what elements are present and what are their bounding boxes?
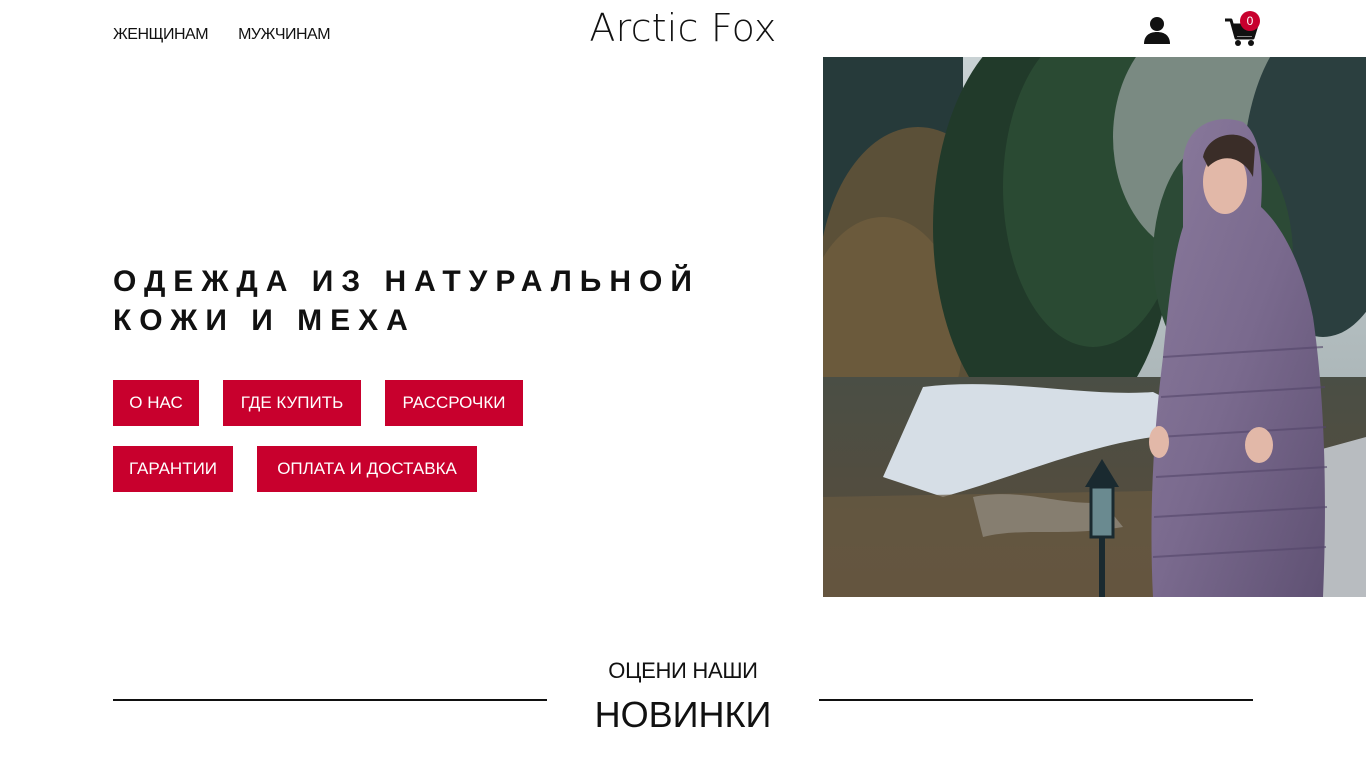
hero-title-line-2: КОЖИ И МЕХА [113, 304, 416, 337]
site-header: ЖЕНЩИНАМ МУЖЧИНАМ Arctic Fox 0 [0, 0, 1366, 57]
cart-count-badge: 0 [1240, 11, 1260, 31]
payment-delivery-button[interactable]: ОПЛАТА И ДОСТАВКА [257, 446, 477, 492]
guarantee-button[interactable]: ГАРАНТИИ [113, 446, 233, 492]
hero-title: ОДЕЖДА ИЗ НАТУРАЛЬНОЙ КОЖИ И МЕХА [113, 262, 753, 340]
where-to-buy-button[interactable]: ГДЕ КУПИТЬ [223, 380, 361, 426]
hero-title-line-1: ОДЕЖДА ИЗ НАТУРАЛЬНОЙ [113, 265, 700, 298]
hero-photo [823, 57, 1366, 597]
installment-button[interactable]: РАССРОЧКИ [385, 380, 523, 426]
about-button[interactable]: О НАС [113, 380, 199, 426]
hero-photo-illustration [823, 57, 1366, 597]
section-subtitle: ОЦЕНИ НАШИ [608, 658, 758, 683]
section-title: НОВИНКИ [594, 694, 772, 735]
user-icon[interactable] [1144, 16, 1170, 44]
